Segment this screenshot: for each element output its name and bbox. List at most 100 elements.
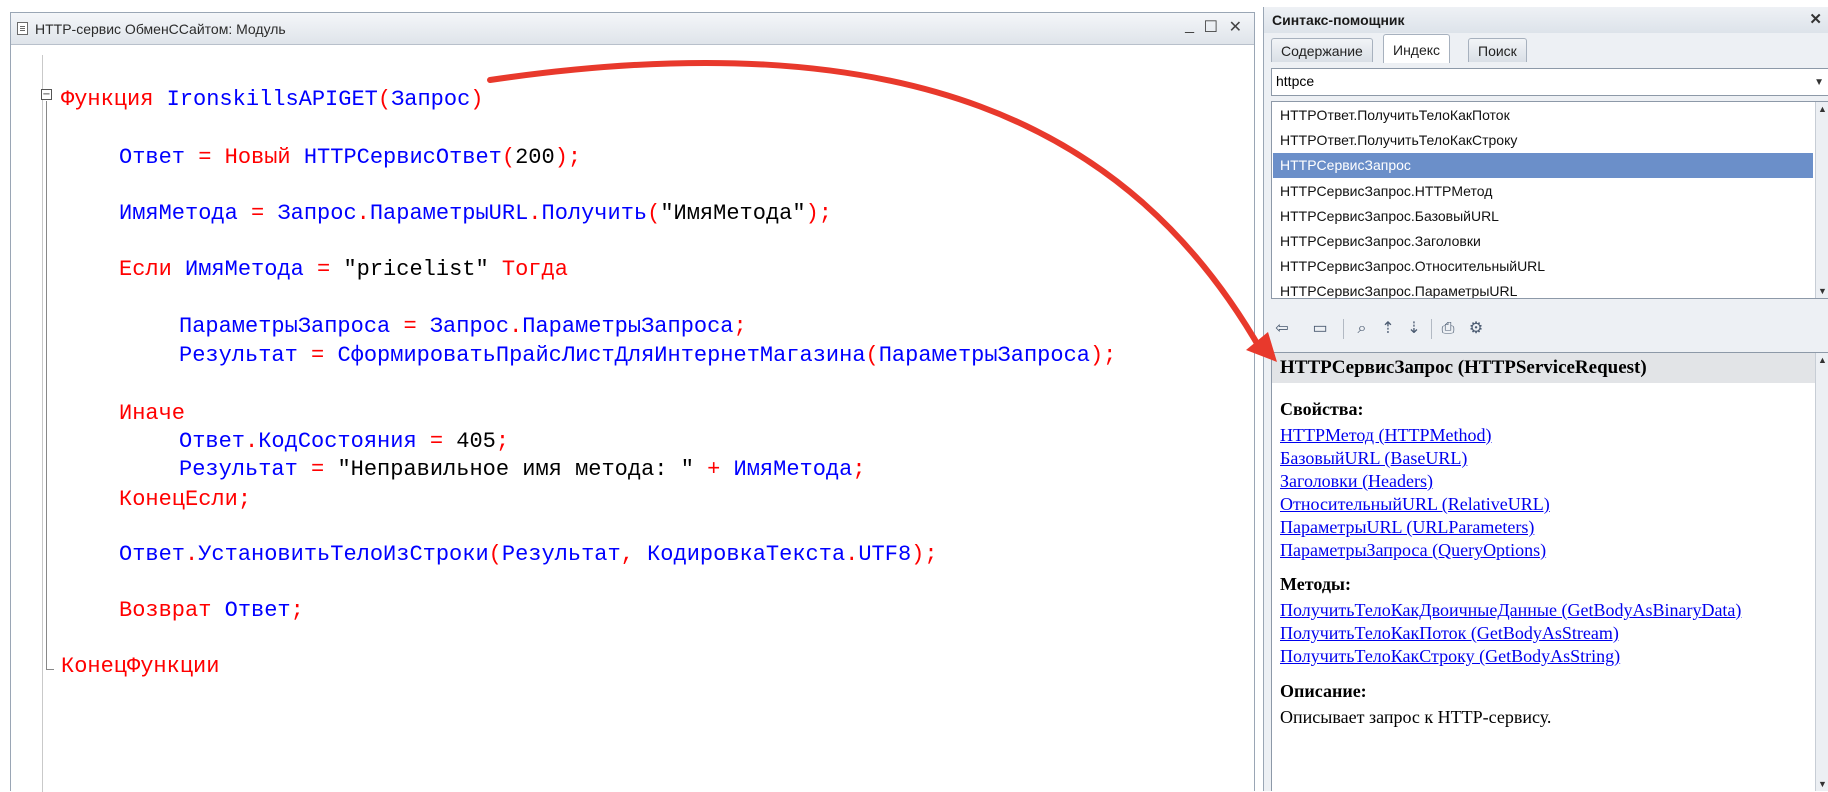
help-properties-title: Свойства: xyxy=(1280,399,1364,419)
index-list-item[interactable]: HTTPСервисЗапрос xyxy=(1273,153,1813,179)
code-token: "pricelist" xyxy=(343,257,502,282)
editor-title: HTTP-сервис ОбменССайтом: Модуль xyxy=(35,21,286,37)
index-search-input[interactable]: httpce ▼ xyxy=(1271,68,1828,96)
fold-guide-line xyxy=(46,101,47,669)
code-token: ИмяМетода xyxy=(733,457,853,482)
scroll-up-icon[interactable]: ▲ xyxy=(1818,355,1827,365)
code-token: Новый xyxy=(224,145,304,170)
code-token: ИмяМетода xyxy=(185,257,318,282)
help-link-property[interactable]: HTTPМетод (HTTPMethod) xyxy=(1280,425,1492,446)
help-link-property[interactable]: Заголовки (Headers) xyxy=(1280,471,1433,492)
tab-contents[interactable]: Содержание xyxy=(1271,38,1373,62)
code-line[interactable]: Ответ = Новый HTTPСервисОтвет(200); xyxy=(119,145,581,171)
code-token: КодСостояния xyxy=(258,429,430,454)
helper-title: Синтакс-помощник xyxy=(1272,12,1405,28)
editor-title-bar: HTTP-сервис ОбменССайтом: Модуль _ ☐ ✕ xyxy=(11,13,1254,45)
help-content-pane: HTTPСервисЗапрос (HTTPServiceRequest) Св… xyxy=(1271,352,1828,791)
code-line[interactable]: Иначе xyxy=(119,401,185,427)
code-token: ; xyxy=(852,457,866,482)
helper-close-icon[interactable]: ✕ xyxy=(1809,10,1822,28)
code-token: Ответ xyxy=(119,542,186,567)
code-token: ПараметрыЗапроса xyxy=(522,314,734,339)
index-list[interactable]: ▲ ▼ HTTPОтвет.ПолучитьТелоКакПоток HTTPОт… xyxy=(1271,101,1828,299)
maximize-button[interactable]: ☐ xyxy=(1204,17,1218,37)
print-icon[interactable]: ⎙ xyxy=(1437,319,1459,339)
code-token: . xyxy=(845,542,859,567)
code-line[interactable]: Ответ.КодСостояния = 405; xyxy=(179,429,509,455)
help-link-method[interactable]: ПолучитьТелоКакСтроку (GetBodyAsString) xyxy=(1280,646,1620,667)
help-link-method[interactable]: ПолучитьТелоКакДвоичныеДанные (GetBodyAs… xyxy=(1280,600,1741,621)
back-icon[interactable]: ⇦ xyxy=(1271,319,1293,339)
fold-toggle-icon[interactable]: − xyxy=(41,89,52,100)
code-token: ); xyxy=(805,201,832,226)
settings-icon[interactable]: ⚙ xyxy=(1465,319,1487,339)
code-line[interactable]: Результат = СформироватьПрайсЛистДляИнте… xyxy=(179,343,1116,369)
code-line[interactable]: КонецФункции xyxy=(61,654,219,680)
toolbar-separator xyxy=(1343,319,1344,339)
code-token: 405 xyxy=(456,429,496,454)
index-list-item[interactable]: HTTPСервисЗапрос.HTTPМетод xyxy=(1273,179,1813,204)
syntax-helper-panel: Синтакс-помощник ✕ Содержание Индекс Пои… xyxy=(1263,7,1828,791)
help-link-property[interactable]: ПараметрыURL (URLParameters) xyxy=(1280,517,1534,538)
find-in-list-icon[interactable]: ⌕ xyxy=(1351,319,1373,339)
sync-up-icon[interactable]: ⇡ xyxy=(1377,319,1399,339)
code-line[interactable]: Ответ.УстановитьТелоИзСтроки(Результат, … xyxy=(119,542,938,568)
help-methods-title: Методы: xyxy=(1280,574,1351,594)
chevron-down-icon[interactable]: ▼ xyxy=(1814,77,1824,88)
code-token: . xyxy=(185,542,199,567)
code-token: ; xyxy=(733,314,747,339)
index-list-item[interactable]: HTTPОтвет.ПолучитьТелоКакПоток xyxy=(1273,103,1813,128)
help-pane-scrollbar[interactable]: ▲ ▼ xyxy=(1815,353,1828,791)
code-token: Ответ xyxy=(179,429,246,454)
code-token: + xyxy=(707,457,734,482)
code-token: УстановитьТелоИзСтроки xyxy=(198,542,489,567)
code-line[interactable]: Возврат Ответ; xyxy=(119,598,304,624)
help-link-method[interactable]: ПолучитьТелоКакПоток (GetBodyAsStream) xyxy=(1280,623,1619,644)
scroll-down-icon[interactable]: ▼ xyxy=(1818,286,1827,296)
code-token: ( xyxy=(501,145,516,170)
help-link-property[interactable]: БазовыйURL (BaseURL) xyxy=(1280,448,1467,469)
index-list-item[interactable]: HTTPСервисЗапрос.ОтносительныйURL xyxy=(1273,254,1813,279)
help-link-property[interactable]: ОтносительныйURL (RelativeURL) xyxy=(1280,494,1550,515)
code-token: Ответ xyxy=(119,145,199,170)
code-token: Получить xyxy=(541,201,648,226)
fold-end-marker xyxy=(46,669,54,670)
code-token: = xyxy=(429,429,457,454)
code-token: . xyxy=(528,201,542,226)
scroll-down-icon[interactable]: ▼ xyxy=(1818,779,1827,789)
index-list-item[interactable]: HTTPСервисЗапрос.ПараметрыURL xyxy=(1273,279,1813,298)
help-link-property[interactable]: ПараметрыЗапроса (QueryOptions) xyxy=(1280,540,1546,561)
code-token: ( xyxy=(647,201,661,226)
code-token: , xyxy=(620,542,648,567)
index-list-item[interactable]: HTTPСервисЗапрос.Заголовки xyxy=(1273,229,1813,254)
code-token: IronskillsAPIGET xyxy=(166,87,378,112)
minimize-button[interactable]: _ xyxy=(1185,17,1194,35)
code-line[interactable]: ИмяМетода = Запрос.ПараметрыURL.Получить… xyxy=(119,201,832,227)
code-token: ( xyxy=(377,87,392,112)
code-line[interactable]: КонецЕсли; xyxy=(119,487,251,513)
index-list-item[interactable]: HTTPОтвет.ПолучитьТелоКакСтроку xyxy=(1273,128,1813,153)
tab-search[interactable]: Поиск xyxy=(1468,38,1527,62)
help-topic-title: HTTPСервисЗапрос (HTTPServiceRequest) xyxy=(1272,353,1816,383)
code-token: . xyxy=(245,429,259,454)
code-editor[interactable]: − Функция IronskillsAPIGET(Запрос) Ответ … xyxy=(11,45,1254,791)
scroll-up-icon[interactable]: ▲ xyxy=(1818,104,1827,114)
code-token: ); xyxy=(911,542,938,567)
index-list-scrollbar[interactable]: ▲ ▼ xyxy=(1815,102,1828,298)
code-line[interactable]: ПараметрыЗапроса = Запрос.ПараметрыЗапро… xyxy=(179,314,747,340)
code-line[interactable]: Результат = "Неправильное имя метода: " … xyxy=(179,457,866,483)
tab-index[interactable]: Индекс xyxy=(1383,34,1451,63)
code-token: HTTPСервисОтвет xyxy=(303,145,502,170)
code-token: = xyxy=(251,201,278,226)
close-button[interactable]: ✕ xyxy=(1229,17,1242,37)
code-line[interactable]: Если ИмяМетода = "pricelist" Тогда xyxy=(119,257,568,283)
forward-icon[interactable]: ▭ xyxy=(1309,319,1331,339)
code-token: UTF8 xyxy=(858,542,912,567)
code-line[interactable]: Функция IronskillsAPIGET(Запрос) xyxy=(61,87,483,113)
code-token: . xyxy=(356,201,370,226)
sync-down-icon[interactable]: ⇣ xyxy=(1403,319,1425,339)
code-token: Функция xyxy=(61,87,167,112)
index-list-item[interactable]: HTTPСервисЗапрос.БазовыйURL xyxy=(1273,204,1813,229)
code-token: КонецФункции xyxy=(61,654,220,679)
document-icon xyxy=(17,22,28,35)
